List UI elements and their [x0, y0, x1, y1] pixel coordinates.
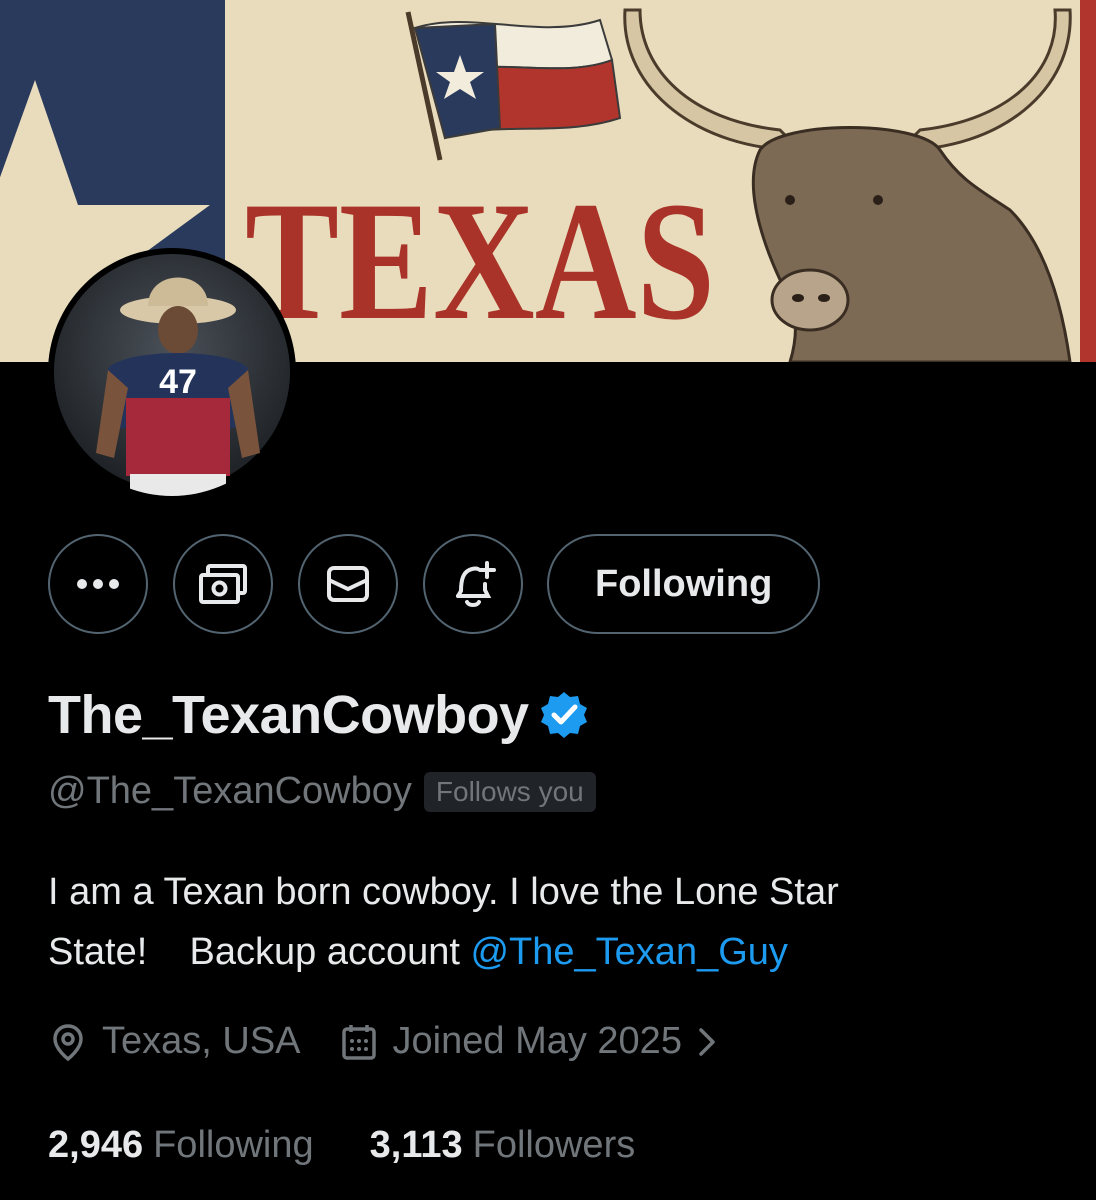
follows-you-badge: Follows you	[423, 771, 596, 812]
bio-mention-link[interactable]: @The_Texan_Guy	[470, 931, 787, 973]
profile-actions: Following	[48, 533, 821, 635]
join-date[interactable]: Joined May 2025	[339, 1020, 736, 1063]
subscribe-button[interactable]	[173, 534, 273, 634]
more-button[interactable]	[48, 534, 148, 634]
more-icon	[77, 579, 119, 589]
display-name: The_TexanCowboy	[48, 685, 529, 745]
handle-row: @The_TexanCowboy Follows you	[48, 770, 596, 813]
envelope-icon	[327, 566, 369, 602]
location-text: Texas, USA	[102, 1020, 301, 1062]
followers-count: 3,113	[369, 1124, 463, 1166]
location-pin-icon	[53, 1023, 83, 1061]
location: Texas, USA	[48, 1020, 301, 1063]
avatar[interactable]: 47	[48, 248, 296, 496]
notify-button[interactable]	[423, 534, 523, 634]
username-handle: @The_TexanCowboy	[48, 770, 412, 812]
banner-title: TEXAS	[245, 167, 715, 355]
following-count: 2,946	[48, 1124, 144, 1166]
display-name-row: The_TexanCowboy	[48, 684, 589, 746]
followers-label: Followers	[472, 1124, 636, 1166]
profile-stats: 2,946 Following 3,113 Followers	[48, 1124, 635, 1167]
calendar-icon	[341, 1024, 376, 1060]
bell-plus-icon	[456, 561, 496, 607]
avatar-image: 47	[54, 254, 290, 496]
followers-stat[interactable]: 3,113 Followers	[370, 1124, 636, 1167]
profile-meta: Texas, USA Joined May 2025	[48, 1020, 736, 1063]
money-icon	[199, 564, 247, 604]
message-button[interactable]	[298, 534, 398, 634]
chevron-right-icon	[699, 1027, 715, 1056]
following-label: Following	[153, 1124, 314, 1166]
verified-badge-icon[interactable]	[539, 690, 589, 740]
following-button[interactable]: Following	[547, 534, 821, 634]
join-date-text: Joined May 2025	[392, 1020, 682, 1062]
profile-bio: I am a Texan born cowboy. I love the Lon…	[48, 862, 1058, 982]
avatar-jersey-number: 47	[159, 363, 197, 401]
following-stat[interactable]: 2,946 Following	[48, 1124, 314, 1167]
